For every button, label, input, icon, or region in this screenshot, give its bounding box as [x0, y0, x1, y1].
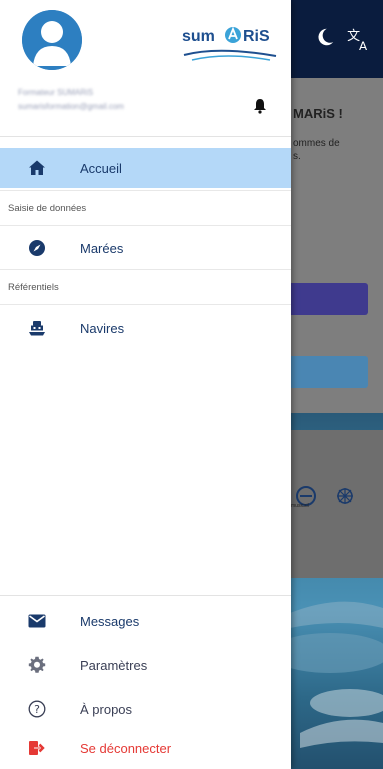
- user-email: sumarisformation@gmail.com: [18, 102, 124, 111]
- user-name: Formateur SUMARiS: [18, 88, 94, 97]
- svg-text:RiS: RiS: [243, 28, 270, 45]
- gear-icon: [28, 656, 46, 674]
- menu-item-about[interactable]: ? À propos: [0, 687, 291, 731]
- welcome-title: MARiS !: [293, 106, 343, 121]
- menu-item-label: Messages: [80, 613, 140, 629]
- user-icon: [22, 10, 82, 70]
- home-icon: [28, 159, 46, 177]
- translate-icon[interactable]: 文 A: [346, 26, 372, 52]
- secondary-action-button[interactable]: [281, 356, 368, 388]
- menu-item-label: Accueil: [80, 160, 122, 176]
- section-header-data-entry: Saisie de données: [0, 190, 291, 226]
- partner-label: musicsil: [291, 503, 309, 509]
- sumaris-logo: sum RiS: [182, 26, 277, 61]
- side-menu: sum RiS Formateur SUMARiS sumarisformati…: [0, 0, 291, 769]
- drawer-header: sum RiS Formateur SUMARiS sumarisformati…: [0, 0, 291, 137]
- ship-icon: [28, 319, 46, 337]
- svg-text:A: A: [359, 39, 368, 52]
- partner-logo: [337, 488, 353, 504]
- svg-text:sum: sum: [182, 28, 215, 45]
- menu-item-settings[interactable]: Paramètres: [0, 643, 291, 687]
- menu-item-label: Paramètres: [80, 657, 148, 673]
- logout-icon: [28, 739, 46, 757]
- menu-item-label: Marées: [80, 240, 124, 256]
- menu-item-home[interactable]: Accueil: [0, 148, 291, 188]
- moon-icon[interactable]: [314, 26, 336, 48]
- help-circle-icon: ?: [28, 700, 46, 718]
- svg-text:?: ?: [34, 703, 40, 716]
- menu-item-messages[interactable]: Messages: [0, 599, 291, 643]
- menu-item-vessels[interactable]: Navires: [0, 308, 291, 348]
- avatar[interactable]: [22, 10, 82, 70]
- drawer-footer: Messages Paramètres ? À propos Se déconn…: [0, 595, 291, 769]
- primary-action-button[interactable]: [281, 283, 368, 315]
- menu-item-trips[interactable]: Marées: [0, 228, 291, 268]
- menu-item-label: Navires: [80, 320, 125, 336]
- section-header-referentials: Référentiels: [0, 269, 291, 305]
- menu-item-logout[interactable]: Se déconnecter: [0, 726, 291, 769]
- mail-icon: [28, 612, 46, 630]
- compass-icon: [28, 239, 46, 257]
- menu-item-label: Se déconnecter: [80, 740, 172, 756]
- welcome-subtitle: ommes de s.: [293, 138, 340, 162]
- bell-icon[interactable]: [253, 98, 267, 114]
- menu-item-label: À propos: [80, 701, 133, 717]
